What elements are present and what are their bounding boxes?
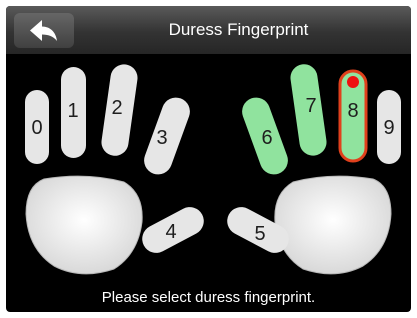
right-palm: [274, 175, 392, 275]
finger-2[interactable]: 2: [100, 63, 140, 158]
selected-marker-icon: [347, 76, 359, 88]
back-button[interactable]: [14, 13, 74, 48]
finger-4-label: 4: [165, 221, 176, 243]
finger-0-label: 0: [31, 117, 42, 139]
finger-3-label: 3: [156, 127, 167, 149]
finger-4[interactable]: 4: [137, 202, 208, 258]
finger-1[interactable]: 1: [61, 67, 86, 158]
finger-0[interactable]: 0: [25, 90, 49, 164]
finger-5-label: 5: [254, 223, 265, 245]
finger-9-label: 9: [383, 117, 394, 139]
finger-8[interactable]: 8: [338, 69, 368, 163]
title-bar: Duress Fingerprint: [6, 6, 411, 54]
finger-9[interactable]: 9: [377, 90, 401, 164]
finger-7-label: 7: [305, 95, 316, 117]
hands-diagram: 0 1 2 3 4 5 6 7 8 9: [25, 62, 401, 275]
finger-3[interactable]: 3: [140, 94, 194, 179]
finger-6-label: 6: [261, 127, 272, 149]
finger-1-label: 1: [67, 100, 78, 122]
page-title: Duress Fingerprint: [168, 20, 309, 39]
device-screen: Duress Fingerprint 0 1 2 3 4 5 6 7 8 9 P…: [6, 6, 411, 312]
status-message: Please select duress fingerprint.: [101, 289, 316, 306]
left-palm: [25, 175, 143, 275]
finger-8-label: 8: [347, 100, 358, 122]
finger-7[interactable]: 7: [289, 62, 329, 157]
finger-2-label: 2: [111, 97, 122, 119]
back-arrow-icon: [30, 20, 57, 41]
finger-6[interactable]: 6: [238, 94, 292, 179]
